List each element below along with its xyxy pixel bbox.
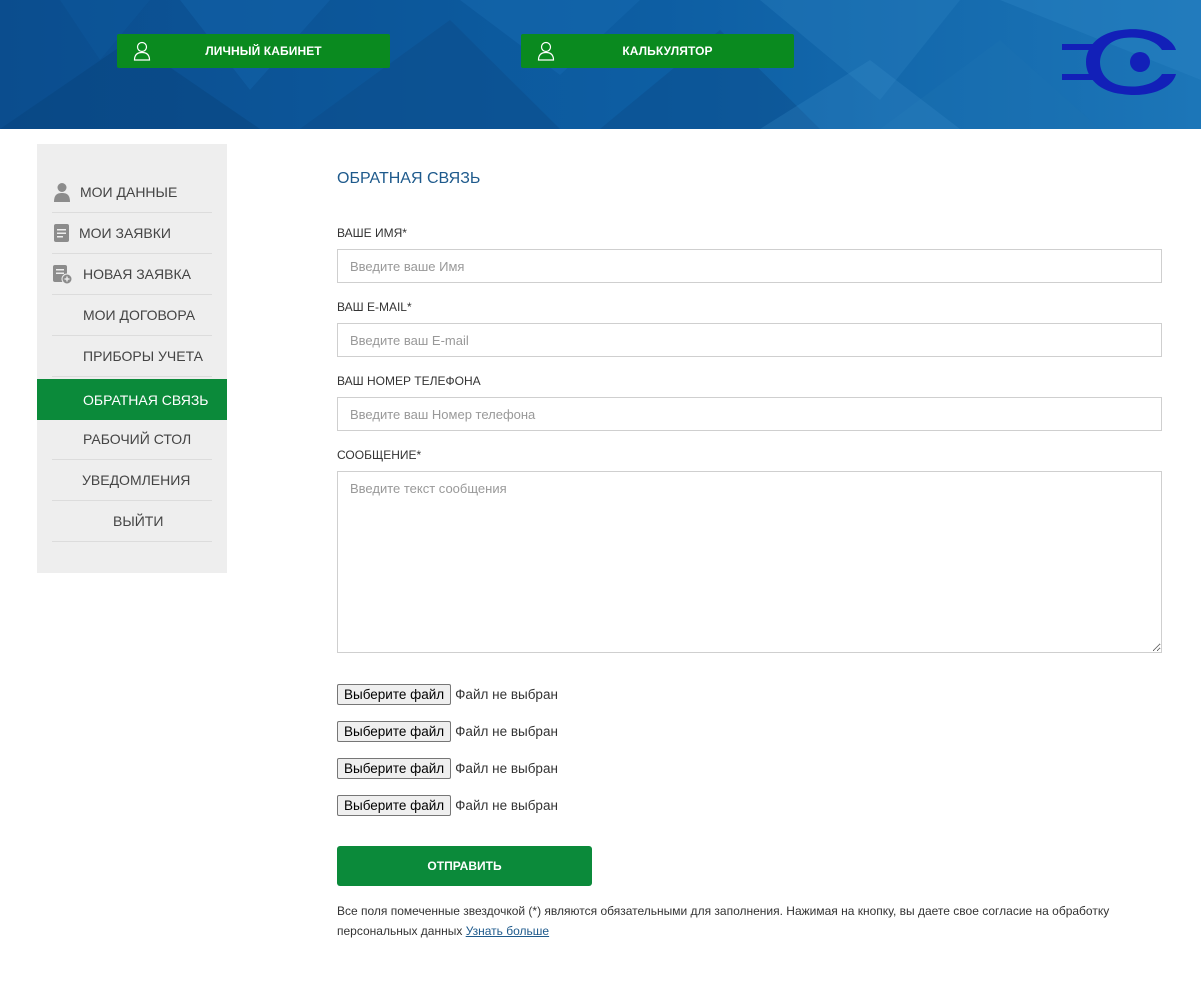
file-upload-row: Выберите файл Файл не выбран — [337, 757, 558, 779]
sidebar-item-label: МОИ ДОГОВОРА — [83, 307, 196, 323]
calculator-label: КАЛЬКУЛЯТОР — [622, 44, 713, 58]
personal-cabinet-label: ЛИЧНЫЙ КАБИНЕТ — [205, 44, 322, 58]
sidebar-item-label: НОВАЯ ЗАЯВКА — [83, 266, 191, 282]
sidebar-item-label: МОИ ДАННЫЕ — [80, 184, 178, 200]
personal-cabinet-button[interactable]: ЛИЧНЫЙ КАБИНЕТ — [117, 34, 390, 68]
file-status: Файл не выбран — [455, 760, 558, 776]
sidebar-item-feedback[interactable]: ОБРАТНАЯ СВЯЗЬ — [37, 379, 227, 420]
learn-more-link[interactable]: Узнать больше — [466, 924, 549, 938]
name-input[interactable] — [337, 249, 1162, 283]
file-upload-row: Выберите файл Файл не выбран — [337, 683, 558, 705]
company-logo[interactable] — [1062, 24, 1178, 100]
consent-text: Все поля помеченные звездочкой (*) являю… — [337, 904, 1110, 938]
user-icon — [537, 41, 555, 61]
header-banner: ЛИЧНЫЙ КАБИНЕТ КАЛЬКУЛЯТОР — [0, 0, 1201, 129]
sidebar-item-new-request[interactable]: НОВАЯ ЗАЯВКА — [52, 254, 212, 295]
message-label: СООБЩЕНИЕ* — [337, 448, 422, 462]
sidebar-item-my-requests[interactable]: МОИ ЗАЯВКИ — [52, 213, 212, 254]
sidebar-menu: МОИ ДАННЫЕ МОИ ЗАЯВКИ НОВАЯ ЗАЯВКА МОИ Д… — [37, 144, 227, 573]
phone-label: ВАШ НОМЕР ТЕЛЕФОНА — [337, 374, 481, 388]
choose-file-button[interactable]: Выберите файл — [337, 794, 452, 816]
submit-button[interactable]: ОТПРАВИТЬ — [337, 846, 592, 886]
sidebar-item-desktop[interactable]: РАБОЧИЙ СТОЛ — [52, 419, 212, 460]
sidebar-item-logout[interactable]: ВЫЙТИ — [52, 501, 212, 542]
user-icon — [54, 183, 70, 202]
sidebar-item-label: ВЫЙТИ — [113, 513, 164, 529]
sidebar-item-notifications[interactable]: УВЕДОМЛЕНИЯ — [52, 460, 212, 501]
document-icon — [54, 224, 69, 242]
page-title: ОБРАТНАЯ СВЯЗЬ — [337, 170, 481, 187]
choose-file-button[interactable]: Выберите файл — [337, 757, 452, 779]
user-icon — [133, 41, 151, 61]
choose-file-button[interactable]: Выберите файл — [337, 683, 452, 705]
file-status: Файл не выбран — [455, 723, 558, 739]
email-label: ВАШ E-MAIL* — [337, 300, 412, 314]
sidebar-item-label: ПРИБОРЫ УЧЕТА — [83, 348, 203, 364]
file-upload-row: Выберите файл Файл не выбран — [337, 794, 558, 816]
choose-file-button[interactable]: Выберите файл — [337, 720, 452, 742]
sidebar-item-meters[interactable]: ПРИБОРЫ УЧЕТА — [52, 336, 212, 377]
email-input[interactable] — [337, 323, 1162, 357]
sidebar-item-label: ОБРАТНАЯ СВЯЗЬ — [83, 391, 209, 408]
file-upload-row: Выберите файл Файл не выбран — [337, 720, 558, 742]
sidebar-item-label: РАБОЧИЙ СТОЛ — [83, 431, 192, 447]
document-add-icon — [53, 265, 72, 284]
name-label: ВАШЕ ИМЯ* — [337, 226, 407, 240]
calculator-button[interactable]: КАЛЬКУЛЯТОР — [521, 34, 794, 68]
file-status: Файл не выбран — [455, 797, 558, 813]
phone-input[interactable] — [337, 397, 1162, 431]
sidebar-item-my-contracts[interactable]: МОИ ДОГОВОРА — [52, 295, 212, 336]
message-textarea[interactable] — [337, 471, 1162, 653]
file-status: Файл не выбран — [455, 686, 558, 702]
sidebar-item-label: МОИ ЗАЯВКИ — [79, 225, 171, 241]
consent-note: Все поля помеченные звездочкой (*) являю… — [337, 901, 1167, 941]
sidebar-item-my-data[interactable]: МОИ ДАННЫЕ — [52, 172, 212, 213]
sidebar-item-label: УВЕДОМЛЕНИЯ — [82, 472, 191, 488]
